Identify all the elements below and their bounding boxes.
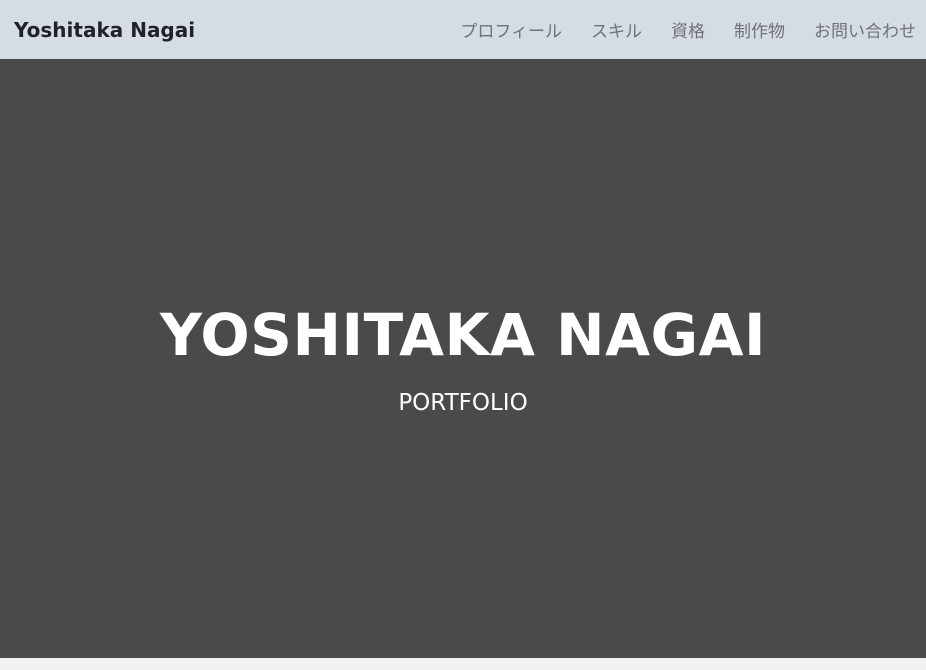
page-bottom-strip [0,658,926,670]
nav-link-qualifications[interactable]: 資格 [671,17,705,42]
nav-menu: プロフィール スキル 資格 制作物 お問い合わせ [460,0,916,59]
hero-subtitle: PORTFOLIO [398,390,528,416]
brand-link[interactable]: Yoshitaka Nagai [14,18,195,42]
nav-link-profile[interactable]: プロフィール [460,17,562,42]
hero-title: YOSHITAKA NAGAI [159,301,767,369]
nav-link-skills[interactable]: スキル [591,17,642,42]
navbar: Yoshitaka Nagai プロフィール スキル 資格 制作物 お問い合わせ [0,0,926,59]
nav-link-works[interactable]: 制作物 [734,17,785,42]
nav-link-contact[interactable]: お問い合わせ [814,17,916,42]
hero-section: YOSHITAKA NAGAI PORTFOLIO [0,59,926,658]
